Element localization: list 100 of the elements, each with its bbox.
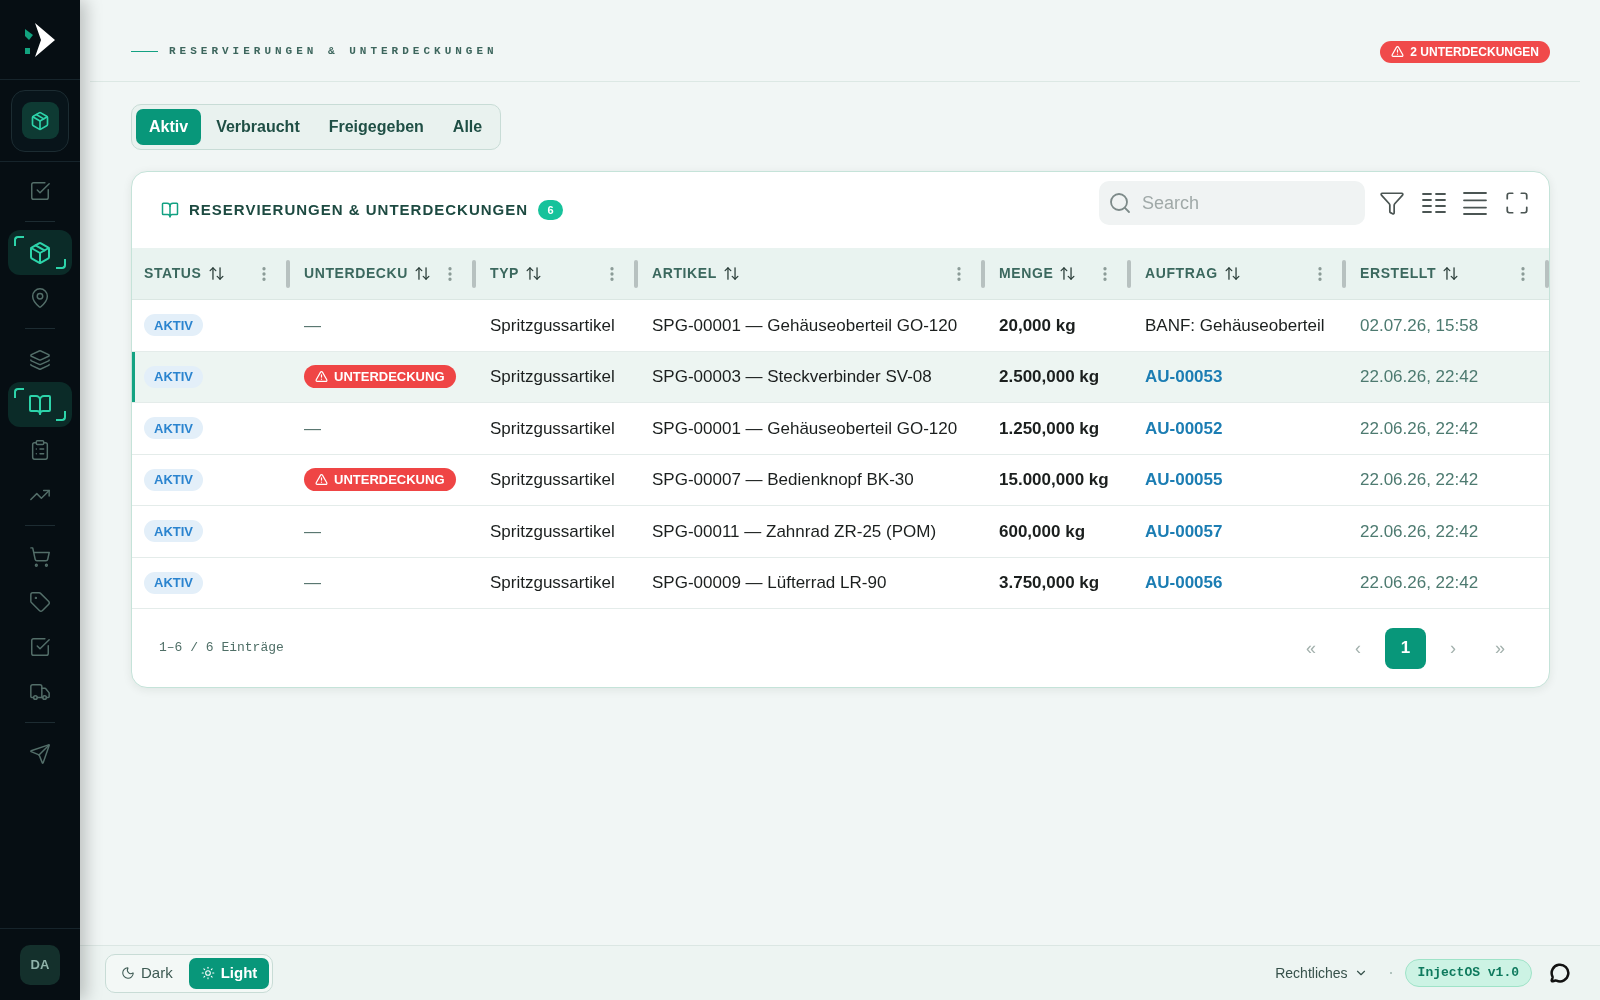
legal-menu-button[interactable]: Rechtliches <box>1275 962 1368 984</box>
filter-icon[interactable] <box>1379 190 1405 216</box>
quantity-text: 600,000 kg <box>999 520 1085 543</box>
shortage-label: UNTERDECKUNG <box>334 368 445 386</box>
column-label: UNTERDECKU <box>304 264 408 283</box>
status-badge: AKTIV <box>144 520 203 543</box>
menu-icon[interactable] <box>1463 191 1487 215</box>
order-link[interactable]: AU-00056 <box>1145 570 1223 596</box>
version-badge: InjectOS v1.0 <box>1404 959 1532 987</box>
search-icon <box>1108 191 1132 215</box>
package-icon <box>28 240 52 265</box>
table-row[interactable]: AKTIV UNTERDECKUNG Spritzgussartikel SPG-00003 — Steckverbinder SV-08 2.500,000 kg AU-00053 22.06.26, 22:42 <box>132 351 1549 403</box>
table-row[interactable]: AKTIV — Spritzgussartikel SPG-00001 — Gehäuseoberteil GO-120 20,000 kg BANF: Gehäuseoberteil 02.07.26, 15:58 <box>132 300 1549 352</box>
column-resize-handle[interactable] <box>981 259 985 288</box>
order-link[interactable]: AU-00053 <box>1145 364 1223 390</box>
sort-icon[interactable] <box>722 265 740 282</box>
order-text: BANF: Gehäuseoberteil <box>1145 314 1325 337</box>
column-label: AUFTRAG <box>1145 264 1218 283</box>
columns-icon[interactable] <box>1422 192 1446 214</box>
theme-option[interactable]: Light <box>188 957 270 989</box>
entries-count: 1–6 / 6 Einträge <box>159 639 284 658</box>
tag-icon <box>29 590 51 613</box>
sort-icon[interactable] <box>207 265 225 282</box>
empty-value: — <box>304 520 321 543</box>
sort-icon[interactable] <box>1059 265 1077 282</box>
map-pin-icon <box>29 286 51 309</box>
table-row[interactable]: AKTIV — Spritzgussartikel SPG-00001 — Gehäuseoberteil GO-120 1.250,000 kg AU-00052 22.06.26, 22:42 <box>132 403 1549 455</box>
created-date: 02.07.26, 15:58 <box>1360 314 1479 337</box>
moon-icon <box>121 966 135 980</box>
column-resize-handle[interactable] <box>472 259 476 288</box>
sort-icon[interactable] <box>525 265 543 282</box>
type-text: Spritzgussartikel <box>490 366 615 388</box>
created-date: 22.06.26, 22:42 <box>1360 572 1479 594</box>
shopping-cart-icon <box>29 545 51 568</box>
sort-icon[interactable] <box>1442 265 1460 282</box>
quantity-text: 20,000 kg <box>999 314 1076 337</box>
package-icon <box>21 102 59 139</box>
column-label: MENGE <box>999 264 1054 283</box>
order-link[interactable]: AU-00052 <box>1145 415 1223 441</box>
article-text: SPG-00001 — Gehäuseoberteil GO-120 <box>652 314 958 337</box>
article-text: SPG-00011 — Zahnrad ZR-25 (POM) <box>652 520 937 543</box>
tab[interactable]: Freigegeben <box>314 109 438 145</box>
sort-icon[interactable] <box>1223 265 1241 282</box>
paper-plane-icon <box>29 742 51 765</box>
table-row[interactable]: AKTIV UNTERDECKUNG Spritzgussartikel SPG-00007 — Bedienknopf BK-30 15.000,000 kg AU-00055 22.06.26, 22:42 <box>132 454 1549 506</box>
status-badge: AKTIV <box>144 468 203 491</box>
column-resize-handle[interactable] <box>286 259 290 288</box>
sidebar-nav-item[interactable] <box>8 230 72 275</box>
page-button[interactable]: 1 <box>1385 627 1426 669</box>
column-label: ARTIKEL <box>652 264 717 283</box>
sun-icon <box>200 966 215 980</box>
card-title: RESERVIERUNGEN & UNTERDECKUNGEN <box>189 199 529 220</box>
status-badge: AKTIV <box>144 571 203 594</box>
column-resize-handle[interactable] <box>1127 259 1131 288</box>
column-resize-handle[interactable] <box>1342 259 1346 288</box>
empty-value: — <box>304 314 321 337</box>
alert-text: 2 UNTERDECKUNGEN <box>1410 43 1539 61</box>
column-resize-handle[interactable] <box>634 259 638 288</box>
status-badge: AKTIV <box>144 314 203 337</box>
created-date: 22.06.26, 22:42 <box>1360 417 1479 440</box>
search-field[interactable]: Search <box>1099 181 1365 225</box>
type-text: Spritzgussartikel <box>490 417 615 440</box>
user-avatar[interactable]: DA <box>20 944 60 985</box>
order-link[interactable]: AU-00055 <box>1145 467 1223 493</box>
type-text: Spritzgussartikel <box>490 520 615 543</box>
article-text: SPG-00001 — Gehäuseoberteil GO-120 <box>652 417 958 440</box>
created-date: 22.06.26, 22:42 <box>1360 469 1479 491</box>
status-badge: AKTIV <box>144 417 203 440</box>
sort-icon[interactable] <box>414 265 431 282</box>
status-badge: AKTIV <box>144 365 203 388</box>
fullscreen-icon[interactable] <box>1504 190 1530 216</box>
quantity-text: 15.000,000 kg <box>999 469 1109 491</box>
type-text: Spritzgussartikel <box>490 314 615 337</box>
layers-icon <box>29 348 51 371</box>
module-switcher-button[interactable] <box>11 89 69 152</box>
square-check-icon <box>29 635 51 658</box>
theme-option[interactable]: Dark <box>109 957 185 989</box>
tab[interactable]: Alle <box>438 109 497 145</box>
warning-icon <box>315 473 328 487</box>
type-text: Spritzgussartikel <box>490 572 615 594</box>
table-row[interactable]: AKTIV — Spritzgussartikel SPG-00011 — Zahnrad ZR-25 (POM) 600,000 kg AU-00057 22.06.26, 22:42 <box>132 506 1549 558</box>
warning-icon <box>1391 45 1405 58</box>
column-resize-handle[interactable] <box>1545 259 1549 288</box>
clipboard-icon <box>29 438 51 461</box>
tab[interactable]: Verbraucht <box>202 109 314 145</box>
quantity-text: 1.250,000 kg <box>999 417 1100 440</box>
shortage-label: UNTERDECKUNG <box>334 471 445 489</box>
article-text: SPG-00009 — Lüfterrad LR-90 <box>652 572 887 594</box>
open-book-icon <box>161 201 179 219</box>
tab[interactable]: Aktiv <box>136 109 202 145</box>
column-label: STATUS <box>144 264 202 283</box>
table-row[interactable]: AKTIV — Spritzgussartikel SPG-00009 — Lüfterrad LR-90 3.750,000 kg AU-00056 22.06.26, 22:42 <box>132 557 1549 609</box>
warning-icon <box>315 370 328 384</box>
created-date: 22.06.26, 22:42 <box>1360 366 1479 388</box>
chat-bubble-icon[interactable] <box>1550 963 1570 983</box>
sidebar-nav-item[interactable] <box>8 382 72 427</box>
order-link[interactable]: AU-00057 <box>1145 518 1223 544</box>
column-label: ERSTELLT <box>1360 264 1437 283</box>
empty-value: — <box>304 572 321 594</box>
empty-value: — <box>304 417 321 440</box>
